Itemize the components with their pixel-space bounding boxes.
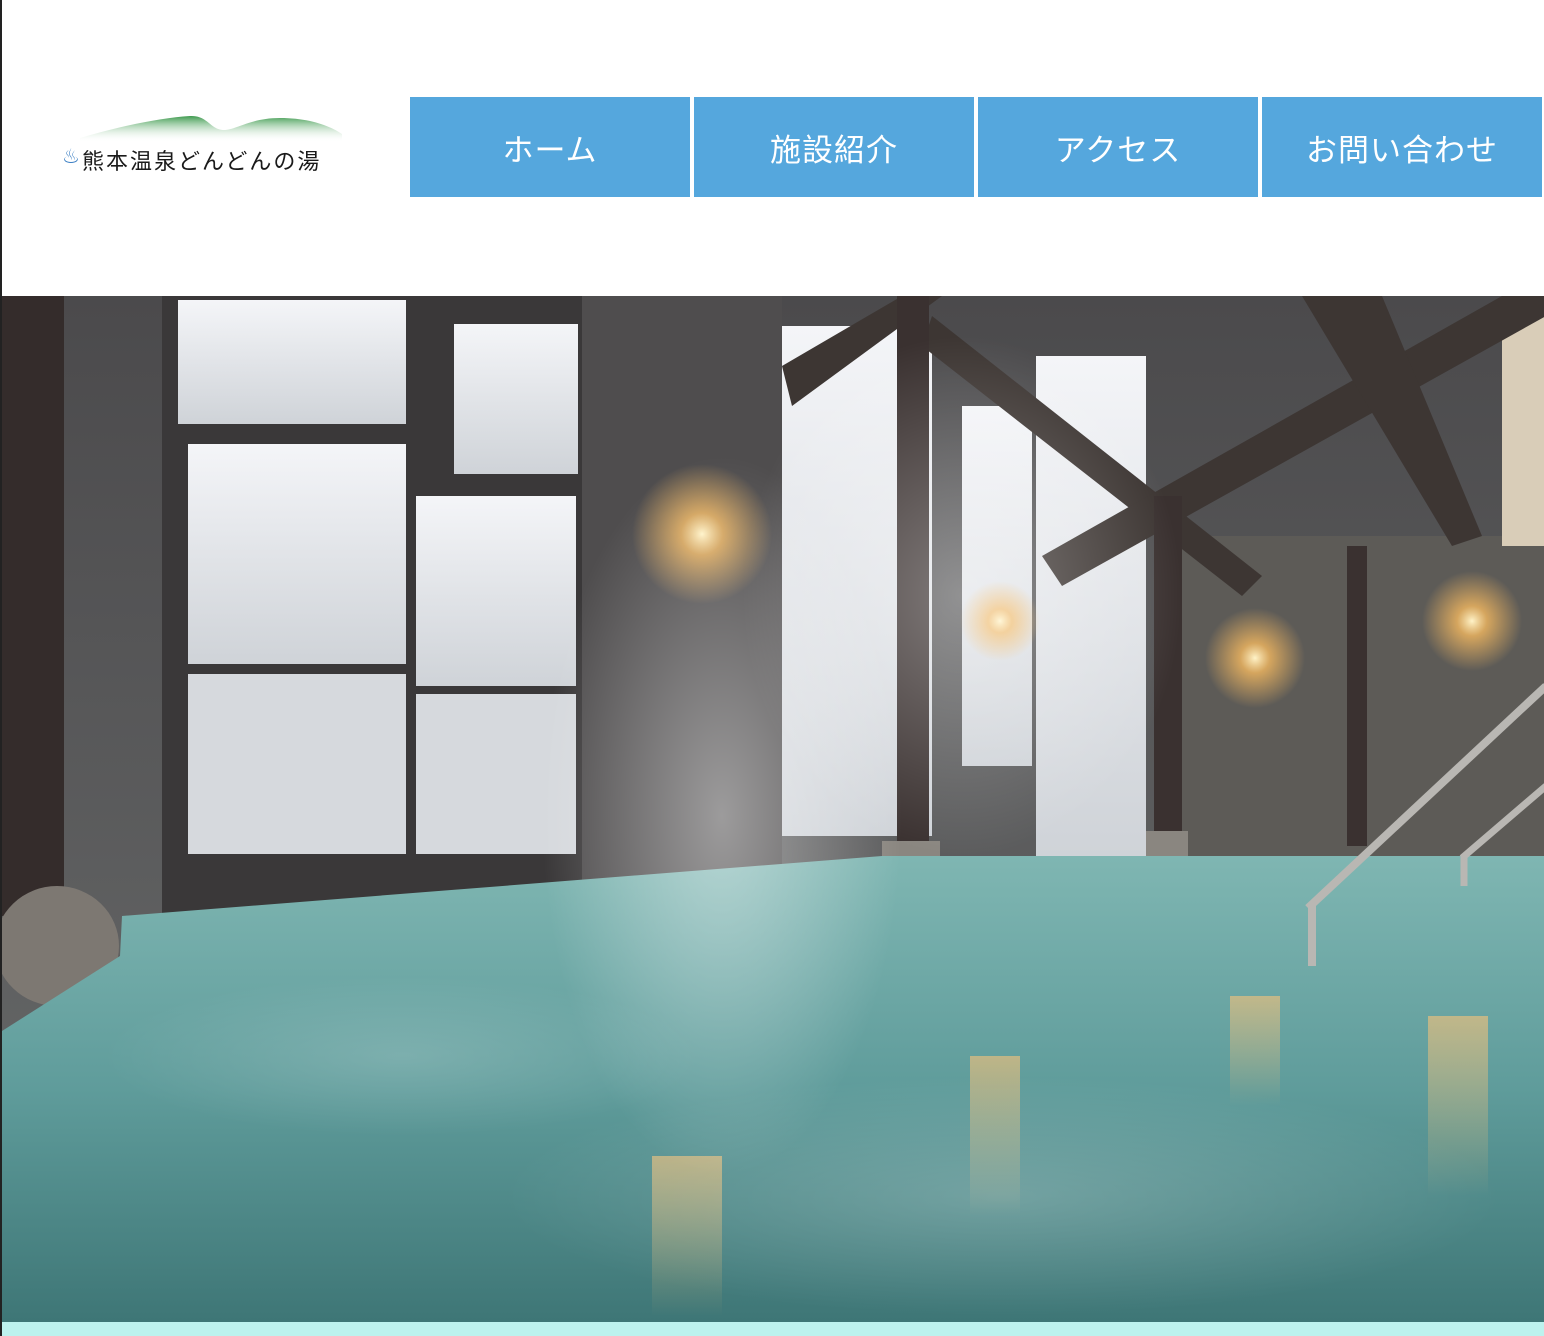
- nav-item-contact[interactable]: お問い合わせ: [1262, 97, 1542, 197]
- page: ♨ 熊本温泉どんどんの湯 ホーム 施設紹介 アクセス お問い合わせ: [0, 0, 1544, 1336]
- hero-image: [2, 296, 1544, 1322]
- hot-spring-icon: ♨: [62, 144, 80, 168]
- main-nav: ホーム 施設紹介 アクセス お問い合わせ: [410, 97, 1542, 197]
- site-logo[interactable]: ♨ 熊本温泉どんどんの湯: [60, 112, 350, 176]
- nav-item-access[interactable]: アクセス: [978, 97, 1258, 197]
- site-header: ♨ 熊本温泉どんどんの湯 ホーム 施設紹介 アクセス お問い合わせ: [2, 0, 1544, 296]
- nav-item-home[interactable]: ホーム: [410, 97, 690, 197]
- hot-spring-bath-illustration: [2, 296, 1544, 1322]
- logo-text: 熊本温泉どんどんの湯: [82, 150, 322, 175]
- bottom-strip: [2, 1322, 1544, 1336]
- nav-item-facilities[interactable]: 施設紹介: [694, 97, 974, 197]
